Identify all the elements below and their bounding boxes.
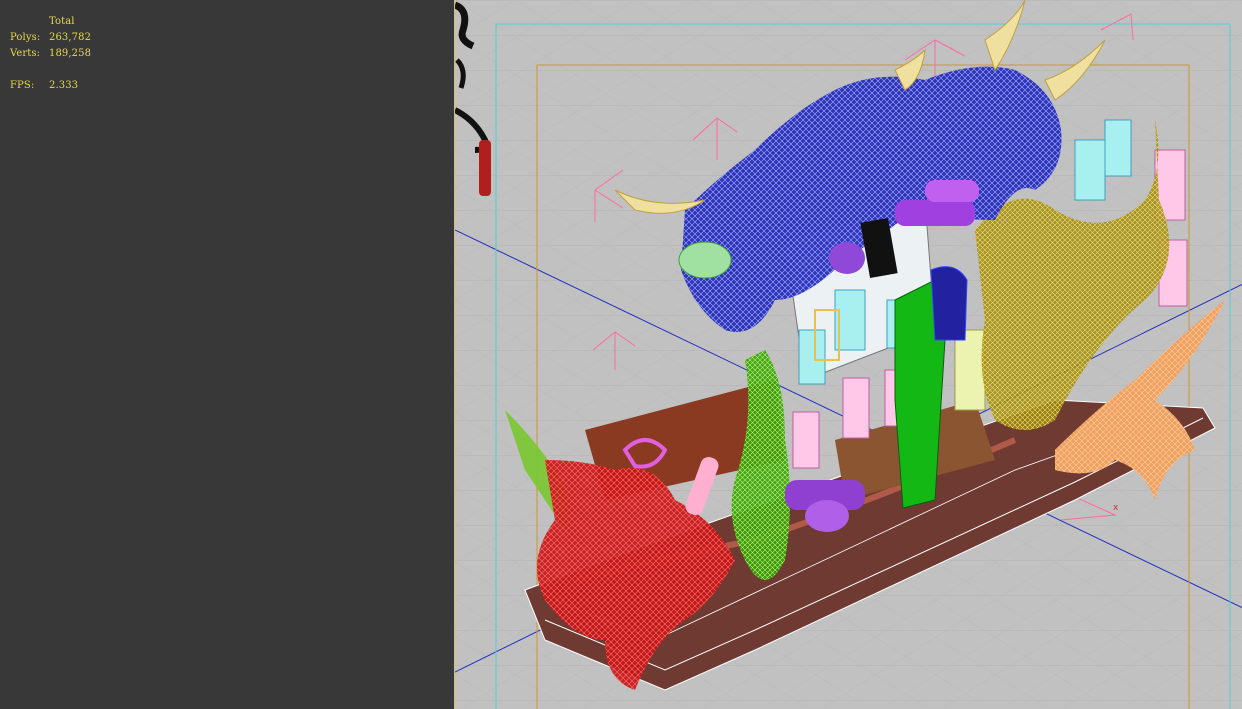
- stats-total-header: Total: [49, 16, 75, 27]
- fps-label: FPS:: [10, 80, 35, 91]
- polys-label: Polys:: [10, 32, 41, 43]
- axis-x-label: x: [1113, 503, 1119, 513]
- polys-value: 263,782: [49, 32, 92, 43]
- stats-verts-row: Verts: 189,258: [10, 46, 91, 62]
- viewport-stats-panel: Total Polys: 263,782 Verts: 189,258 FPS: 2.…: [0, 0, 454, 709]
- scene-statistics: Total Polys: 263,782 Verts: 189,258 FPS: 2.…: [10, 14, 91, 94]
- stats-fps-row: FPS: 2.333: [10, 78, 91, 94]
- fps-value: 2.333: [49, 80, 79, 91]
- viewport-canvas[interactable]: x: [455, 0, 1242, 709]
- stats-spacer: [10, 62, 91, 78]
- perspective-viewport[interactable]: x: [454, 0, 1242, 709]
- 3d-app-window: Total Polys: 263,782 Verts: 189,258 FPS: 2.…: [0, 0, 1242, 709]
- verts-label: Verts:: [10, 48, 41, 59]
- stats-polys-row: Polys: 263,782: [10, 30, 91, 46]
- verts-value: 189,258: [49, 48, 92, 59]
